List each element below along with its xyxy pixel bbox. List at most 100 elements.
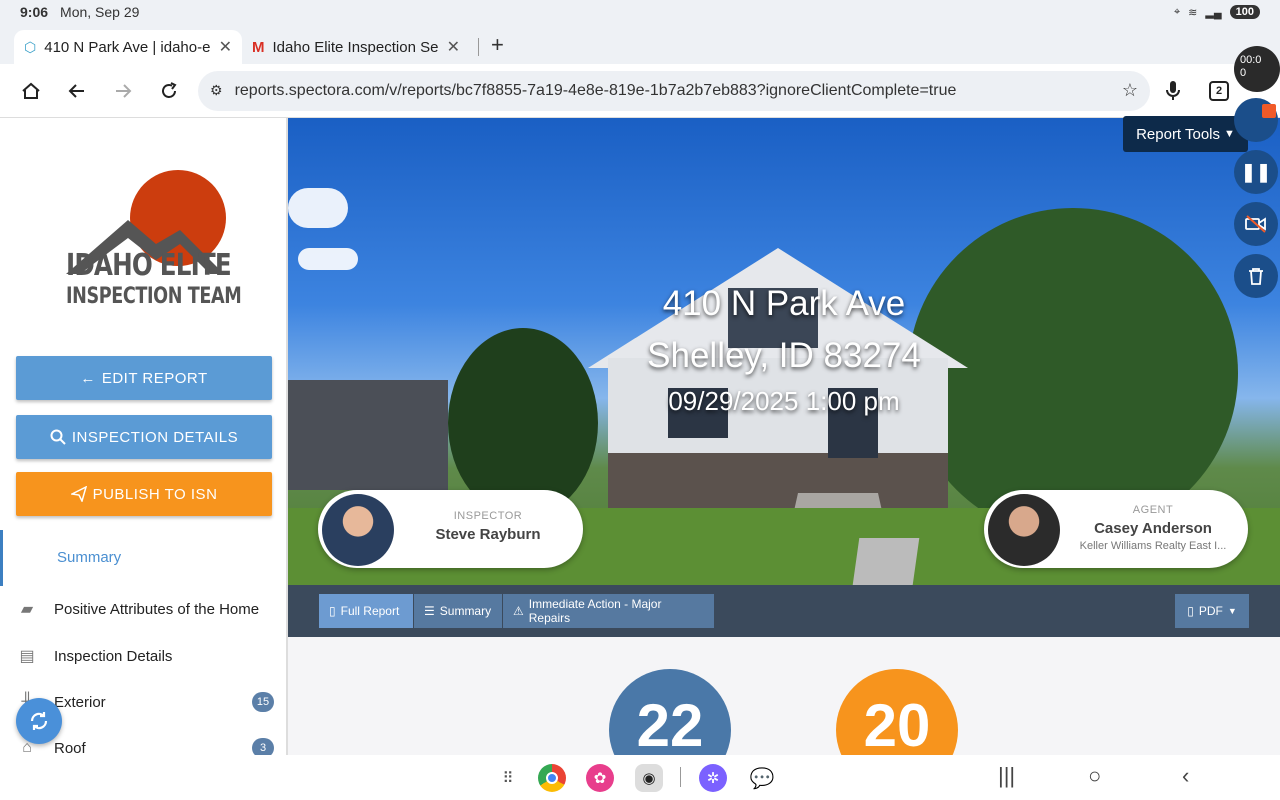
cloud [288, 188, 348, 228]
recording-timer[interactable]: 00:0 0 [1234, 46, 1280, 92]
sidebar-item-label: Exterior [54, 693, 106, 711]
status-time: 9:06 [20, 4, 49, 20]
count-badge: 3 [252, 738, 274, 755]
inspector-avatar [322, 494, 394, 566]
pause-icon: ❚❚ [1240, 161, 1272, 182]
assistant-app-icon[interactable]: ✲ [699, 764, 727, 792]
recents-button[interactable]: ||| [998, 763, 1015, 789]
home-button[interactable] [8, 68, 54, 114]
chrome-app-icon[interactable] [538, 764, 566, 792]
spectora-favicon-icon: ⬡ [24, 38, 37, 55]
pdf-label: PDF [1198, 604, 1223, 618]
sidebar-item-inspection-details[interactable]: ▤ Inspection Details [14, 641, 274, 671]
voice-search-button[interactable] [1150, 68, 1196, 114]
tab-label: Full Report [340, 604, 400, 618]
sync-icon [30, 712, 48, 730]
sidebar-item-label: Positive Attributes of the Home [54, 600, 260, 618]
reload-button[interactable] [146, 68, 192, 114]
tab-report[interactable]: ⬡ 410 N Park Ave | idaho-el ✕ [14, 30, 242, 64]
agent-company: Keller Williams Realty East I... [1079, 540, 1227, 552]
count-badge: 15 [252, 692, 274, 712]
tab-divider [478, 38, 479, 56]
logo-line1: IDAHO ELITE [66, 248, 232, 283]
report-tools-label: Report Tools [1136, 125, 1221, 143]
report-tools-dropdown[interactable]: Report Tools ▼ [1123, 116, 1248, 152]
close-tab-icon[interactable]: ✕ [219, 37, 232, 57]
gallery-app-icon[interactable]: ✿ [586, 764, 614, 792]
address-line-1: 410 N Park Ave [662, 284, 906, 323]
sync-button[interactable] [16, 698, 62, 744]
sidebar-item-label: Summary [57, 549, 122, 566]
caret-down-icon: ▼ [1224, 128, 1235, 140]
android-navigation-bar: ⠿ ✿ ◉ ✲ 💬 ||| ○ ‹ [0, 755, 1280, 800]
back-arrow-icon [68, 83, 84, 98]
home-icon [22, 82, 40, 99]
inspector-card[interactable]: INSPECTOR Steve Rayburn [318, 490, 583, 568]
tab-label: Summary [439, 604, 492, 618]
publish-to-isn-button[interactable]: PUBLISH TO ISN [16, 472, 272, 516]
agent-avatar [988, 494, 1060, 566]
inspector-name: Steve Rayburn [435, 526, 541, 543]
tab-title: 410 N Park Ave | idaho-el [44, 38, 211, 56]
app-drawer-icon[interactable]: ⠿ [494, 764, 522, 792]
dock-divider [680, 767, 681, 787]
tab-title: Idaho Elite Inspection Se [272, 38, 439, 56]
sidebar-item-label: Roof [54, 739, 86, 756]
pdf-file-icon: ▯ [1187, 604, 1194, 618]
url-text[interactable]: reports.spectora.com/v/reports/bc7f8855-… [235, 82, 1122, 100]
tab-gmail[interactable]: M Idaho Elite Inspection Se ✕ [242, 30, 470, 64]
new-tab-button[interactable]: + [491, 32, 504, 58]
camera-off-button[interactable] [1234, 202, 1278, 246]
tab-summary[interactable]: ☰ Summary [414, 594, 502, 628]
agent-card[interactable]: AGENT Casey Anderson Keller Williams Rea… [984, 490, 1248, 568]
gmail-favicon-icon: M [252, 38, 265, 56]
document-icon: ▤ [19, 648, 35, 665]
back-nav-button[interactable]: ‹ [1182, 763, 1189, 789]
sidebar-item-summary[interactable]: Summary [0, 530, 286, 586]
list-icon: ☰ [424, 604, 435, 618]
status-bar: 9:06 Mon, Sep 29 ⌖ ≋ ▂▄ 100 [0, 0, 1280, 24]
agent-label: AGENT [1132, 504, 1174, 516]
status-date: Mon, Sep 29 [60, 4, 140, 20]
edit-report-button[interactable]: ← EDIT REPORT [16, 356, 272, 400]
back-button[interactable] [54, 68, 100, 114]
pdf-dropdown[interactable]: ▯ PDF ▼ [1175, 594, 1249, 628]
walkway [852, 538, 920, 585]
delete-recording-button[interactable] [1234, 254, 1278, 298]
tab-label: Immediate Action - Major Repairs [528, 597, 662, 625]
address-bar[interactable]: ⚙ reports.spectora.com/v/reports/bc7f885… [198, 70, 1150, 111]
sidebar-item-positive-attributes[interactable]: ▰ Positive Attributes of the Home [14, 594, 274, 624]
browser-toolbar: ⚙ reports.spectora.com/v/reports/bc7f885… [0, 64, 1280, 118]
report-view-bar: ▯ Full Report ☰ Summary ⚠ Immediate Acti… [288, 585, 1280, 637]
signal-icon: ▂▄ [1205, 6, 1222, 19]
close-tab-icon[interactable]: ✕ [447, 37, 460, 57]
reload-icon [162, 81, 177, 98]
arrow-left-icon: ← [80, 369, 96, 387]
stop-icon [1262, 104, 1276, 118]
camera-app-icon[interactable]: ◉ [635, 764, 663, 792]
inspection-details-button[interactable]: INSPECTION DETAILS [16, 415, 272, 459]
tab-full-report[interactable]: ▯ Full Report [319, 594, 413, 628]
stop-recording-button[interactable] [1234, 98, 1278, 142]
search-icon [50, 429, 66, 445]
home-nav-button[interactable]: ○ [1088, 763, 1101, 789]
address-line-2: Shelley, ID 83274 [647, 336, 921, 375]
status-icons: ⌖ ≋ ▂▄ 100 [1174, 5, 1260, 19]
camera-off-icon [1245, 215, 1266, 233]
timer-text: 00:0 0 [1240, 54, 1262, 79]
inspector-label: INSPECTOR [453, 510, 523, 522]
forward-button[interactable] [100, 68, 146, 114]
publish-label: PUBLISH TO ISN [92, 485, 218, 503]
site-settings-icon[interactable]: ⚙ [210, 82, 223, 99]
battery-indicator: 100 [1229, 5, 1260, 19]
bookmark-star-icon[interactable]: ☆ [1122, 80, 1138, 101]
forward-arrow-icon [116, 83, 132, 98]
inspection-details-label: INSPECTION DETAILS [71, 428, 239, 446]
report-sidebar: IDAHO ELITE INSPECTION TEAM ← EDIT REPOR… [0, 118, 288, 755]
tab-immediate-action[interactable]: ⚠ Immediate Action - Major Repairs [503, 594, 714, 628]
pause-recording-button[interactable]: ❚❚ [1234, 150, 1278, 194]
paper-plane-icon [70, 486, 87, 502]
messages-app-icon[interactable]: 💬 [748, 764, 776, 792]
caret-down-icon: ▼ [1227, 606, 1237, 616]
tab-count: 2 [1209, 80, 1229, 101]
